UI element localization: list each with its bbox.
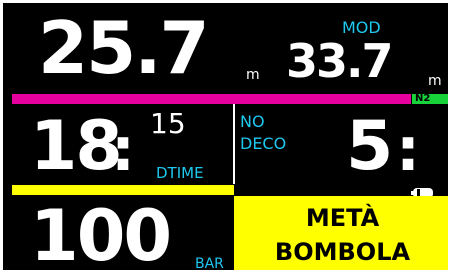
dive-computer-screen: 25.7 m MOD 33.7 m N2 18 : 15 DTIME NO DE…: [0, 0, 451, 273]
deco-value: 5: [346, 107, 393, 186]
tank-bar: [12, 185, 234, 195]
deco-label-line2: DECO: [240, 134, 287, 153]
row-divider-vertical: [233, 104, 235, 184]
warning-line1: METÀ: [305, 204, 380, 232]
pressure-value: 100: [30, 195, 172, 273]
dive-time-colon: :: [111, 115, 135, 185]
gas-badge-label: N2: [415, 93, 431, 104]
dive-time-seconds: 15: [150, 107, 186, 140]
dive-time-label: DTIME: [156, 164, 204, 182]
tissue-bar: [12, 94, 411, 104]
warning-line2: BOMBOLA: [274, 238, 411, 266]
depth-unit: m: [246, 67, 260, 83]
deco-label-line1: NO: [240, 112, 265, 131]
dive-time-minutes: 18: [30, 107, 123, 186]
mod-value: 33.7: [286, 34, 393, 88]
pressure-unit: BAR: [195, 256, 224, 272]
warning-box: METÀ BOMBOLA: [234, 196, 451, 273]
mod-unit: m: [428, 73, 442, 89]
depth-value: 25.7: [38, 6, 210, 90]
deco-colon: :: [396, 115, 420, 185]
battery-icon: [411, 184, 437, 198]
